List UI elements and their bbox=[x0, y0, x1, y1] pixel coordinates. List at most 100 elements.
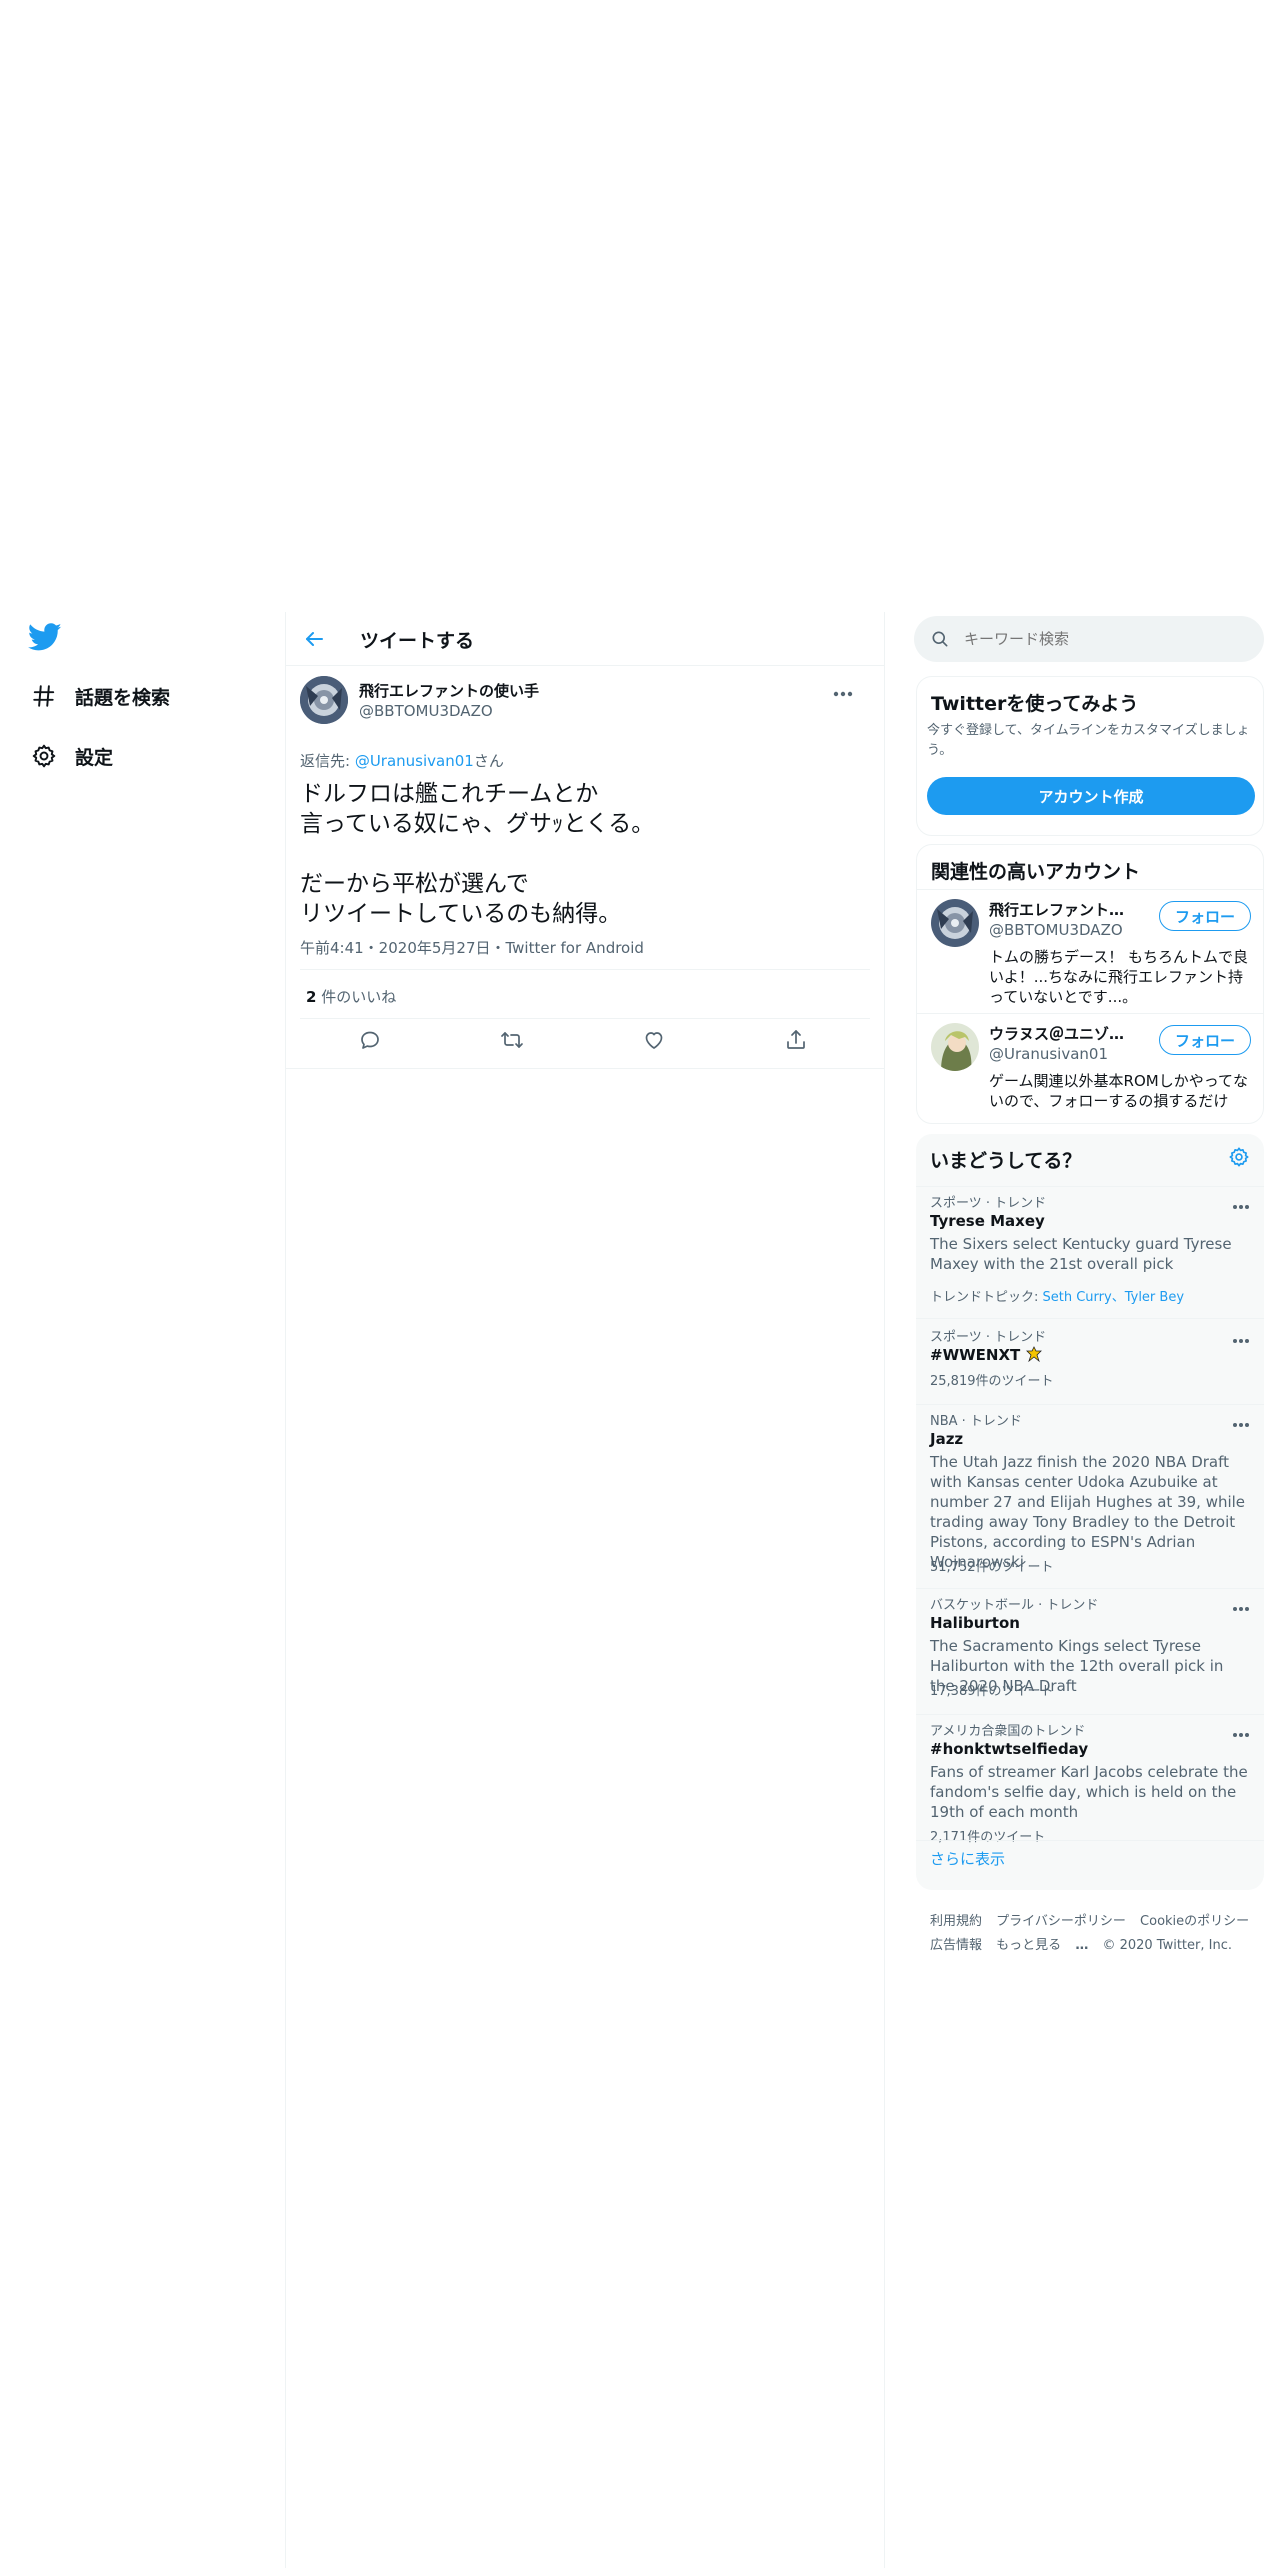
related-title: 関連性の高いアカウント bbox=[931, 861, 1141, 883]
follow-button[interactable]: フォロー bbox=[1159, 1025, 1251, 1055]
nav-settings-label: 設定 bbox=[75, 746, 114, 769]
twitter-logo-icon[interactable] bbox=[27, 620, 62, 654]
create-account-button[interactable]: アカウント作成 bbox=[927, 777, 1255, 815]
nav-explore[interactable]: 話題を検索 bbox=[30, 682, 170, 710]
trend-name: #WWENXT bbox=[930, 1346, 1042, 1364]
author-handle[interactable]: @BBTOMU3DAZO bbox=[359, 702, 493, 720]
reply-mention-link[interactable]: @Uranusivan01 bbox=[355, 752, 474, 770]
account-name: ウラヌス＠ユニゾンエアー bbox=[989, 1025, 1139, 1043]
reply-prefix: 返信先: bbox=[300, 752, 355, 770]
search-input[interactable] bbox=[964, 630, 1244, 648]
divider bbox=[917, 1013, 1263, 1014]
footer-more-link[interactable]: もっと見る … bbox=[996, 1938, 1088, 1953]
more-options-icon[interactable] bbox=[1232, 1598, 1250, 1611]
follow-button[interactable]: フォロー bbox=[1159, 901, 1251, 931]
trend-name: Haliburton bbox=[930, 1614, 1020, 1632]
trend-item[interactable]: バスケットボール · トレンド Haliburton The Sacrament… bbox=[916, 1594, 1264, 1704]
more-options-icon[interactable] bbox=[1232, 1330, 1250, 1343]
share-icon[interactable] bbox=[784, 1028, 810, 1054]
trend-item[interactable]: スポーツ · トレンド Tyrese Maxey The Sixers sele… bbox=[916, 1192, 1264, 1312]
likes-number: 2 bbox=[306, 988, 317, 1006]
trend-context: NBA · トレンド bbox=[930, 1414, 1022, 1429]
account-bio: トムの勝ちデース！ もちろんトムで良いよ！...ちなみに飛行エレファント持ってい… bbox=[989, 948, 1249, 1006]
divider bbox=[916, 1404, 1264, 1405]
signup-description: 今すぐ登録して、タイムラインをカスタマイズしましょう。 bbox=[927, 723, 1250, 758]
tweet-actions bbox=[300, 1028, 870, 1054]
trend-topics: トレンドトピック: Seth Curry、Tyler Bey bbox=[930, 1286, 1184, 1305]
more-options-icon[interactable] bbox=[1232, 1414, 1250, 1427]
tweet-text: ドルフロは艦これチームとか 言っている奴にゃ、グサｯとくる。 だーから平松が選ん… bbox=[300, 781, 655, 927]
avatar bbox=[931, 899, 979, 947]
trend-description: Fans of streamer Karl Jacobs celebrate t… bbox=[930, 1763, 1248, 1821]
trend-description: The Utah Jazz finish the 2020 NBA Draft … bbox=[930, 1453, 1246, 1571]
divider bbox=[286, 1068, 884, 1069]
trend-item[interactable]: NBA · トレンド Jazz The Utah Jazz finish the… bbox=[916, 1410, 1264, 1580]
footer-cookies-link[interactable]: Cookieのポリシー bbox=[1140, 1914, 1249, 1929]
avatar bbox=[931, 1023, 979, 1071]
trend-context: スポーツ · トレンド bbox=[930, 1330, 1047, 1345]
reply-icon[interactable] bbox=[358, 1028, 384, 1054]
trend-context: スポーツ · トレンド bbox=[930, 1196, 1047, 1211]
trend-description: The Sixers select Kentucky guard Tyrese … bbox=[930, 1235, 1232, 1273]
search-icon bbox=[930, 629, 950, 649]
account-handle: @Uranusivan01 bbox=[989, 1045, 1108, 1063]
account-bio: ゲーム関連以外基本ROMしかやってないので、フォローするの損するだけ bbox=[989, 1072, 1248, 1110]
footer: 利用規約 プライバシーポリシー Cookieのポリシー 広告情報 もっと見る …… bbox=[930, 1910, 1260, 1958]
footer-privacy-link[interactable]: プライバシーポリシー bbox=[996, 1914, 1126, 1929]
topics-links[interactable]: Seth Curry、Tyler Bey bbox=[1043, 1290, 1185, 1305]
page: 話題を検索 設定 ツイートする 飛行エレファントの使い手 @BBTOMU3DAZ… bbox=[0, 0, 1284, 2568]
column-divider bbox=[884, 612, 885, 2568]
trend-name-text: #WWENXT bbox=[930, 1346, 1021, 1364]
trends-card: いまどうしてる？ スポーツ · トレンド Tyrese Maxey The Si… bbox=[916, 1134, 1264, 1890]
nav-settings[interactable]: 設定 bbox=[30, 742, 113, 770]
reply-suffix: さん bbox=[473, 752, 504, 770]
trend-context: アメリカ合衆国のトレンド bbox=[930, 1724, 1086, 1739]
footer-ads-link[interactable]: 広告情報 bbox=[930, 1938, 982, 1953]
trends-title: いまどうしてる？ bbox=[930, 1150, 1082, 1172]
trend-name: Jazz bbox=[930, 1430, 964, 1448]
reply-to: 返信先: @Uranusivan01さん bbox=[300, 750, 504, 771]
gear-icon[interactable] bbox=[1228, 1146, 1250, 1168]
author-name[interactable]: 飛行エレファントの使い手 bbox=[359, 680, 539, 701]
more-options-icon[interactable] bbox=[1232, 1724, 1250, 1737]
back-arrow-icon[interactable] bbox=[302, 627, 326, 651]
hashtag-icon bbox=[30, 682, 58, 710]
more-options-icon[interactable] bbox=[1232, 1196, 1250, 1209]
divider bbox=[916, 1840, 1264, 1841]
trend-name: Tyrese Maxey bbox=[930, 1212, 1045, 1230]
like-heart-icon[interactable] bbox=[642, 1028, 668, 1054]
divider bbox=[916, 1588, 1264, 1589]
nav-explore-label: 話題を検索 bbox=[75, 686, 171, 709]
trend-item[interactable]: スポーツ · トレンド #WWENXT 25,819件のツイート bbox=[916, 1326, 1264, 1390]
likes-label: 件のいいね bbox=[316, 988, 397, 1006]
retweet-icon[interactable] bbox=[500, 1028, 526, 1054]
show-more-link[interactable]: さらに表示 bbox=[930, 1848, 1005, 1869]
tweet-meta[interactable]: 午前4:41・2020年5月27日・Twitter for Android bbox=[300, 937, 644, 958]
more-options-icon[interactable] bbox=[832, 684, 854, 697]
more-dots-icon: … bbox=[1075, 1938, 1089, 1953]
account-name: 飛行エレファントの使い手 bbox=[989, 901, 1139, 919]
likes-count[interactable]: 2 件のいいね bbox=[306, 986, 396, 1007]
account-item[interactable]: 飛行エレファントの使い手 @BBTOMU3DAZO フォロー トムの勝ちデース！… bbox=[917, 891, 1263, 1015]
divider bbox=[916, 1714, 1264, 1715]
avatar[interactable] bbox=[300, 676, 348, 724]
divider bbox=[300, 969, 870, 970]
page-title: ツイートする bbox=[360, 630, 475, 652]
topics-label: トレンドトピック: bbox=[930, 1290, 1043, 1305]
gear-icon bbox=[30, 742, 58, 770]
footer-terms-link[interactable]: 利用規約 bbox=[930, 1914, 982, 1929]
trend-count: 2,171件のツイート bbox=[930, 1830, 1046, 1845]
divider bbox=[916, 1318, 1264, 1319]
footer-more-label: もっと見る bbox=[996, 1938, 1062, 1953]
left-nav: 話題を検索 設定 bbox=[0, 600, 285, 2568]
divider bbox=[300, 1018, 870, 1019]
footer-copyright: © 2020 Twitter, Inc. bbox=[1102, 1938, 1232, 1953]
trend-context: バスケットボール · トレンド bbox=[930, 1598, 1099, 1613]
trend-count: 17,389件のツイート bbox=[930, 1684, 1054, 1699]
main-column: ツイートする 飛行エレファントの使い手 @BBTOMU3DAZO 返信先: @U… bbox=[286, 612, 884, 2568]
trend-item[interactable]: アメリカ合衆国のトレンド #honktwtselfieday Fans of s… bbox=[916, 1720, 1264, 1845]
trend-count: 51,752件のツイート bbox=[930, 1560, 1054, 1575]
divider bbox=[917, 889, 1263, 890]
search-box[interactable] bbox=[914, 616, 1264, 662]
account-item[interactable]: ウラヌス＠ユニゾンエアー @Uranusivan01 フォロー ゲーム関連以外基… bbox=[917, 1015, 1263, 1123]
